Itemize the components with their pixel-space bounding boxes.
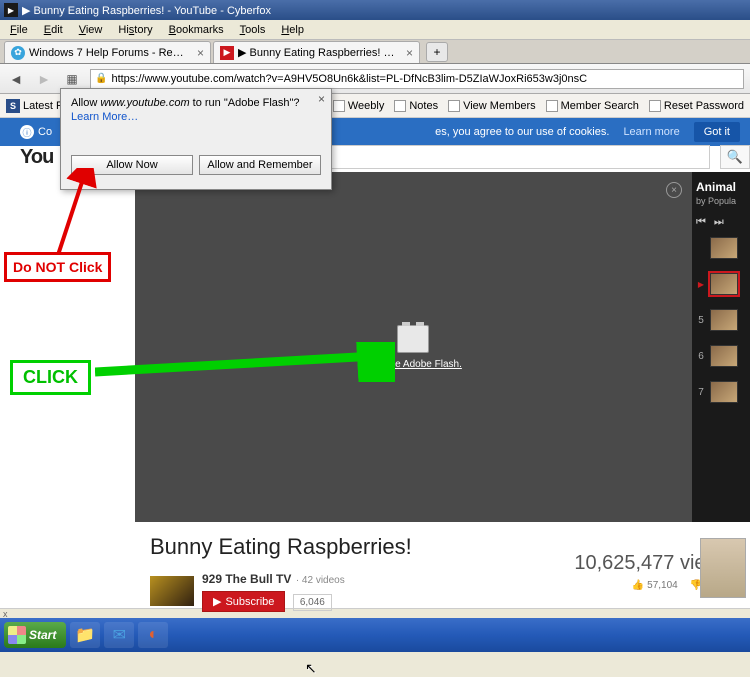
- taskbar: Start 📁 ✉ ◐: [0, 618, 750, 652]
- video-left-gutter: [0, 172, 135, 522]
- lock-icon: 🔒: [95, 73, 107, 84]
- playlist-items: ▶ 5 6 7: [696, 237, 746, 403]
- bookmark-viewmembers[interactable]: View Members: [448, 100, 536, 112]
- suggested-thumb[interactable]: [700, 538, 746, 598]
- windows-logo-icon: [8, 626, 26, 644]
- do-not-click-annotation: Do NOT Click: [4, 252, 111, 282]
- channel-info: 929 The Bull TV · 42 videos ▶Subscribe 6…: [202, 570, 345, 612]
- playlist-item[interactable]: 5: [696, 309, 746, 331]
- bookmark-membersearch[interactable]: Member Search: [546, 100, 639, 112]
- play-glyph: ▶: [8, 6, 14, 15]
- thumbs-up-icon: 👍: [632, 580, 644, 591]
- menu-edit[interactable]: Edit: [36, 22, 71, 38]
- bookmark-reset[interactable]: Reset Password: [649, 100, 744, 112]
- lego-plugin-icon: [397, 325, 429, 353]
- app-icon: ▶: [4, 3, 18, 17]
- mouse-cursor: ↖: [305, 660, 317, 677]
- taskbar-explorer-icon[interactable]: 📁: [70, 622, 100, 648]
- popup-learn-more-link[interactable]: Learn More…: [71, 111, 321, 123]
- cookie-left: ⓘ Co: [20, 125, 52, 139]
- tab-forums[interactable]: ✿ Windows 7 Help Forums - Reply to Topic…: [4, 41, 211, 63]
- playlist-item[interactable]: 7: [696, 381, 746, 403]
- menu-view[interactable]: View: [71, 22, 111, 38]
- video-player[interactable]: × Activate Adobe Flash.: [135, 172, 692, 522]
- cookie-gotit-button[interactable]: Got it: [694, 122, 740, 142]
- popup-close-button[interactable]: ×: [318, 92, 325, 106]
- playlist-next-button[interactable]: ⏭: [714, 216, 724, 229]
- subscriber-count: 6,046: [293, 594, 332, 611]
- youtube-icon: ▶: [213, 595, 221, 608]
- flash-placeholder[interactable]: Activate Adobe Flash.: [365, 325, 462, 370]
- bookmark-icon: S: [6, 99, 20, 113]
- thumb-icon: [710, 381, 738, 403]
- taskbar-thunderbird-icon[interactable]: ✉: [104, 622, 134, 648]
- search-icon: 🔍: [727, 149, 743, 165]
- click-annotation: CLICK: [10, 360, 91, 395]
- channel-avatar[interactable]: [150, 576, 194, 606]
- menu-bookmarks[interactable]: Bookmarks: [161, 22, 232, 38]
- checkbox-icon: [333, 100, 345, 112]
- favicon-youtube: ▶: [220, 46, 234, 60]
- window-title-bar: ▶ ▶ Bunny Eating Raspberries! - YouTube …: [0, 0, 750, 20]
- channel-row: 929 The Bull TV · 42 videos ▶Subscribe 6…: [150, 570, 730, 612]
- identity-icon[interactable]: ▦: [62, 69, 82, 89]
- subscribe-button[interactable]: ▶Subscribe: [202, 591, 285, 612]
- checkbox-icon: [394, 100, 406, 112]
- checkbox-icon: [448, 100, 460, 112]
- playlist-title: Animal: [696, 180, 746, 194]
- thumb-icon: [710, 345, 738, 367]
- thumb-icon: [710, 309, 738, 331]
- tab-youtube[interactable]: ▶ ▶ Bunny Eating Raspberries! - YouTube …: [213, 41, 420, 63]
- bookmark-weebly[interactable]: Weebly: [333, 100, 384, 112]
- menu-tools[interactable]: Tools: [232, 22, 274, 38]
- playlist-controls: ⏮ ⏭: [696, 216, 746, 229]
- tab-close-icon[interactable]: ×: [189, 46, 204, 60]
- menu-bar: FFileile Edit View History Bookmarks Too…: [0, 20, 750, 40]
- info-icon: ⓘ: [20, 125, 34, 139]
- playlist-item[interactable]: [696, 237, 746, 259]
- taskbar-media-icon[interactable]: ◐: [138, 622, 168, 648]
- playlist-item-current[interactable]: ▶: [696, 273, 746, 295]
- youtube-logo[interactable]: You: [20, 146, 53, 169]
- playlist-prev-button[interactable]: ⏮: [696, 216, 706, 229]
- menu-help[interactable]: Help: [273, 22, 312, 38]
- flash-permission-popup: × Allow www.youtube.com to run "Adobe Fl…: [60, 88, 332, 190]
- playlist-item[interactable]: 6: [696, 345, 746, 367]
- search-button[interactable]: 🔍: [720, 145, 750, 169]
- thumb-icon: [710, 237, 738, 259]
- url-text: https://www.youtube.com/watch?v=A9HV5O8U…: [111, 73, 587, 85]
- tab-label: Windows 7 Help Forums - Reply to Topic: [29, 47, 189, 59]
- favicon-win7: ✿: [11, 46, 25, 60]
- checkbox-icon: [546, 100, 558, 112]
- window-title: ▶ Bunny Eating Raspberries! - YouTube - …: [22, 4, 271, 17]
- channel-name[interactable]: 929 The Bull TV: [202, 572, 291, 586]
- player-close-button[interactable]: ×: [666, 182, 682, 198]
- back-button[interactable]: ◄: [6, 69, 26, 89]
- bookmark-notes[interactable]: Notes: [394, 100, 438, 112]
- url-bar[interactable]: 🔒 https://www.youtube.com/watch?v=A9HV5O…: [90, 69, 744, 89]
- menu-history[interactable]: History: [110, 22, 160, 38]
- now-playing-icon: ▶: [696, 280, 706, 289]
- checkbox-icon: [649, 100, 661, 112]
- tab-label: ▶ Bunny Eating Raspberries! - YouTube: [238, 46, 398, 59]
- playlist-sidebar: Animal by Popula ⏮ ⏭ ▶ 5 6 7: [692, 172, 750, 522]
- video-area: × Activate Adobe Flash. Animal by Popula…: [0, 172, 750, 522]
- start-button[interactable]: Start: [4, 622, 66, 648]
- tab-bar: ✿ Windows 7 Help Forums - Reply to Topic…: [0, 40, 750, 64]
- tab-close-icon[interactable]: ×: [398, 46, 413, 60]
- like-button[interactable]: 👍 57,104: [632, 580, 678, 591]
- allow-now-button[interactable]: Allow Now: [71, 155, 193, 175]
- allow-remember-button[interactable]: Allow and Remember: [199, 155, 321, 175]
- cookie-learn-link[interactable]: Learn more: [623, 126, 679, 138]
- activate-flash-link[interactable]: Activate Adobe Flash.: [365, 359, 462, 370]
- channel-video-count: · 42 videos: [296, 575, 345, 586]
- popup-prompt: Allow www.youtube.com to run "Adobe Flas…: [71, 97, 321, 109]
- playlist-author: by Popula: [696, 196, 746, 206]
- forward-button[interactable]: ►: [34, 69, 54, 89]
- new-tab-button[interactable]: +: [426, 42, 448, 62]
- video-metadata: Bunny Eating Raspberries! 929 The Bull T…: [0, 522, 750, 608]
- menu-file[interactable]: FFileile: [2, 22, 36, 38]
- thumb-icon: [710, 273, 738, 295]
- cookie-text: es, you agree to our use of cookies.: [435, 126, 609, 138]
